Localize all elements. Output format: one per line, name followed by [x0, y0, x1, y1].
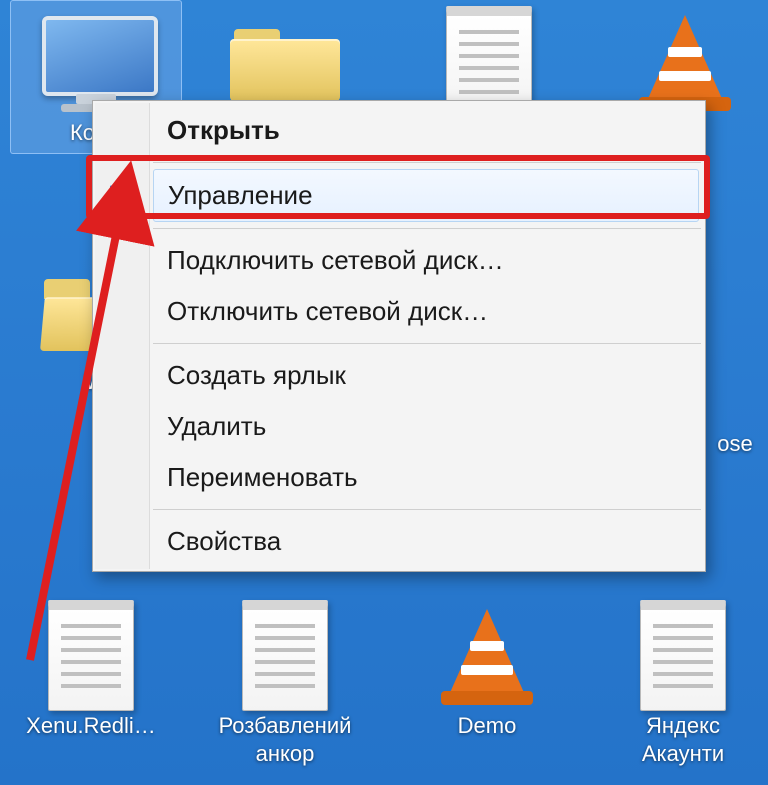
icon-label: ose: [700, 430, 768, 464]
menu-item-delete[interactable]: Удалить: [95, 401, 703, 452]
text-file-icon: [598, 600, 768, 710]
desktop-icon-rozbavlenyi[interactable]: Розбавлений анкор: [200, 594, 370, 773]
menu-item-map-network-drive[interactable]: Подключить сетевой диск…: [95, 235, 703, 286]
icon-label: Demo: [402, 712, 572, 746]
desktop-icon-demo[interactable]: Demo: [402, 594, 572, 746]
menu-item-label: Свойства: [167, 526, 281, 556]
menu-item-disconnect-network-drive[interactable]: Отключить сетевой диск…: [95, 286, 703, 337]
desktop-icon-partial[interactable]: ose: [700, 430, 768, 464]
vlc-cone-icon: [402, 600, 572, 710]
icon-label: Xenu.Redli…: [6, 712, 176, 746]
menu-item-create-shortcut[interactable]: Создать ярлык: [95, 350, 703, 401]
menu-item-rename[interactable]: Переименовать: [95, 452, 703, 503]
desktop-icon-xenu[interactable]: Xenu.Redli…: [6, 594, 176, 746]
uac-shield-icon: [106, 180, 138, 212]
icon-label: Яндекс Акаунти: [598, 712, 768, 773]
text-file-icon: [6, 600, 176, 710]
menu-separator: [153, 162, 701, 163]
menu-item-label: Удалить: [167, 411, 266, 441]
icon-label: Розбавлений анкор: [200, 712, 370, 773]
menu-item-properties[interactable]: Свойства: [95, 516, 703, 567]
menu-item-label: Создать ярлык: [167, 360, 346, 390]
menu-item-label: Управление: [168, 180, 313, 210]
menu-separator: [153, 343, 701, 344]
menu-item-open[interactable]: Открыть: [95, 105, 703, 156]
menu-item-label: Переименовать: [167, 462, 358, 492]
menu-item-label: Подключить сетевой диск…: [167, 245, 504, 275]
text-file-icon: [200, 600, 370, 710]
desktop-icon-yandex[interactable]: Яндекс Акаунти: [598, 594, 768, 773]
menu-item-label: Отключить сетевой диск…: [167, 296, 488, 326]
menu-item-label: Открыть: [167, 115, 280, 145]
context-menu: Открыть Управление Подключить сетевой ди…: [92, 100, 706, 572]
menu-item-manage[interactable]: Управление: [153, 169, 699, 222]
menu-separator: [153, 228, 701, 229]
menu-separator: [153, 509, 701, 510]
desktop[interactable]: Комп W ose Xenu.Redli… Розбавлений анкор…: [0, 0, 768, 785]
